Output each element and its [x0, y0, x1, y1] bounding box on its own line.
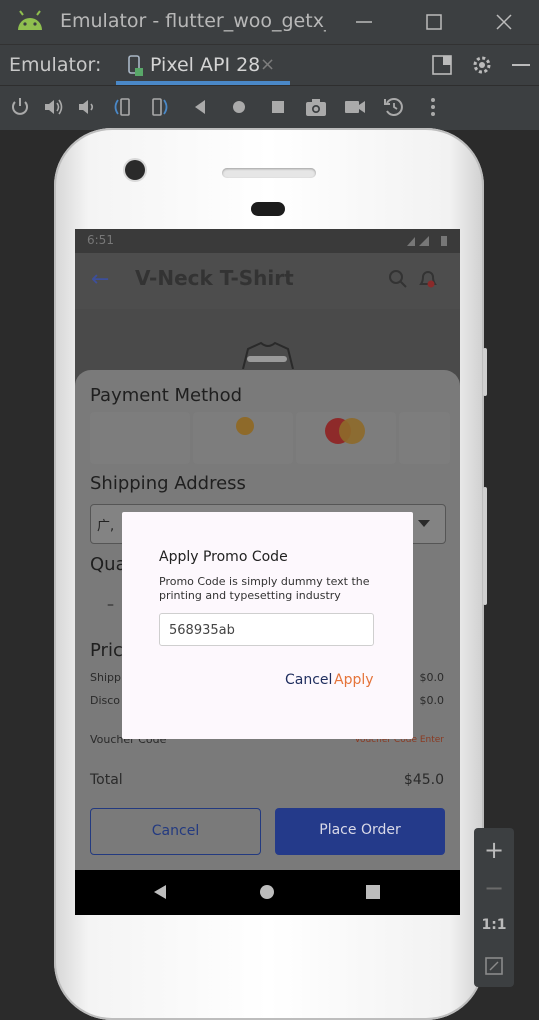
android-nav-bar: [75, 870, 460, 915]
dialog-title: Apply Promo Code: [159, 549, 288, 565]
device-icon: [128, 55, 143, 76]
cash-icon: [236, 417, 254, 435]
nav-home-icon[interactable]: [259, 884, 275, 900]
address-value: 广,: [97, 519, 115, 534]
app-bar: ← V-Neck T-Shirt: [75, 253, 460, 309]
zoom-in-icon[interactable]: +: [474, 836, 514, 864]
tab-close-icon[interactable]: ×: [260, 54, 275, 75]
payment-options: [90, 412, 450, 464]
earpiece-speaker: [222, 168, 316, 178]
tab-label: Pixel API 28: [150, 54, 261, 76]
dialog-description: Promo Code is simply dummy text the prin…: [159, 575, 370, 602]
discount-label: Disco: [90, 694, 121, 707]
back-arrow-icon[interactable]: ←: [91, 267, 109, 292]
discount-value: $0.0: [419, 694, 445, 707]
cancel-order-label: Cancel: [151, 823, 200, 839]
payment-method-title: Payment Method: [90, 385, 243, 406]
nav-back-icon[interactable]: [152, 884, 168, 900]
chevron-down-icon: [418, 520, 430, 527]
volume-side-button: [483, 487, 487, 605]
window-title-bar: Emulator - flutter_woo_getx_le: [0, 0, 539, 44]
proximity-sensor: [251, 202, 285, 216]
total-label: Total: [90, 772, 123, 788]
quantity-minus-button[interactable]: –: [107, 597, 114, 613]
minimize-icon[interactable]: [352, 10, 376, 34]
search-icon[interactable]: [388, 269, 408, 289]
signal-battery-icon: [407, 236, 447, 246]
overview-icon[interactable]: [266, 95, 290, 119]
front-camera: [125, 160, 145, 180]
shipping-cost-value: $0.0: [419, 671, 445, 684]
emulator-label: Emulator:: [9, 54, 102, 76]
maximize-icon[interactable]: [422, 10, 446, 34]
screenshot-icon[interactable]: [304, 95, 328, 119]
dialog-cancel-button[interactable]: Cancel: [285, 672, 332, 688]
shipping-cost-label: Shipp: [90, 671, 121, 684]
more-icon[interactable]: [421, 95, 445, 119]
emulator-tab-bar: Emulator: Pixel API 28 ×: [0, 44, 539, 85]
mastercard-icon: [325, 418, 365, 444]
window-title: Emulator - flutter_woo_getx_le: [60, 10, 326, 32]
fit-screen-icon[interactable]: [484, 956, 504, 976]
volume-up-icon[interactable]: [42, 95, 66, 119]
cancel-order-button[interactable]: Cancel: [90, 808, 261, 855]
dialog-apply-button[interactable]: Apply: [334, 672, 374, 688]
tab-pixel-api-28[interactable]: Pixel API 28 ×: [116, 45, 290, 85]
rotate-right-icon[interactable]: [148, 95, 172, 119]
sheet-drag-handle[interactable]: [247, 356, 287, 362]
payment-mastercard[interactable]: [296, 412, 396, 464]
notification-bell-icon[interactable]: [417, 269, 443, 289]
place-order-label: Place Order: [319, 822, 401, 838]
zoom-controls: + − 1:1: [474, 828, 514, 987]
hide-panel-icon[interactable]: [509, 53, 533, 77]
screen-record-icon[interactable]: [343, 95, 367, 119]
total-row: Total $45.0: [90, 772, 444, 792]
total-value: $45.0: [403, 772, 444, 788]
zoom-1-1-button[interactable]: 1:1: [474, 917, 514, 933]
android-icon: [18, 10, 42, 30]
payment-paypal[interactable]: [399, 412, 450, 464]
rotate-left-icon[interactable]: [110, 95, 134, 119]
status-time: 6:51: [87, 233, 114, 247]
settings-gear-icon[interactable]: [470, 53, 494, 77]
back-icon[interactable]: [188, 95, 212, 119]
power-icon[interactable]: [8, 95, 32, 119]
status-bar: 6:51: [75, 229, 460, 253]
apply-promo-dialog: Apply Promo Code Promo Code is simply du…: [122, 512, 413, 739]
zoom-out-icon[interactable]: −: [474, 874, 514, 902]
payment-visa[interactable]: [90, 412, 190, 464]
place-order-button[interactable]: Place Order: [275, 808, 445, 855]
promo-code-input[interactable]: 568935ab: [159, 613, 374, 646]
product-image: [242, 341, 294, 369]
price-title: Pric: [90, 640, 123, 661]
home-icon[interactable]: [227, 95, 251, 119]
emulator-toolbar: [0, 85, 539, 130]
close-icon[interactable]: [492, 10, 516, 34]
volume-down-icon[interactable]: [76, 95, 100, 119]
layout-icon[interactable]: [431, 54, 453, 76]
shipping-address-title: Shipping Address: [90, 473, 246, 494]
nav-overview-icon[interactable]: [366, 885, 380, 899]
snapshot-icon[interactable]: [382, 95, 406, 119]
power-side-button: [483, 348, 487, 396]
payment-cash-on-delivery[interactable]: [193, 412, 293, 464]
product-title: V-Neck T-Shirt: [135, 266, 294, 290]
